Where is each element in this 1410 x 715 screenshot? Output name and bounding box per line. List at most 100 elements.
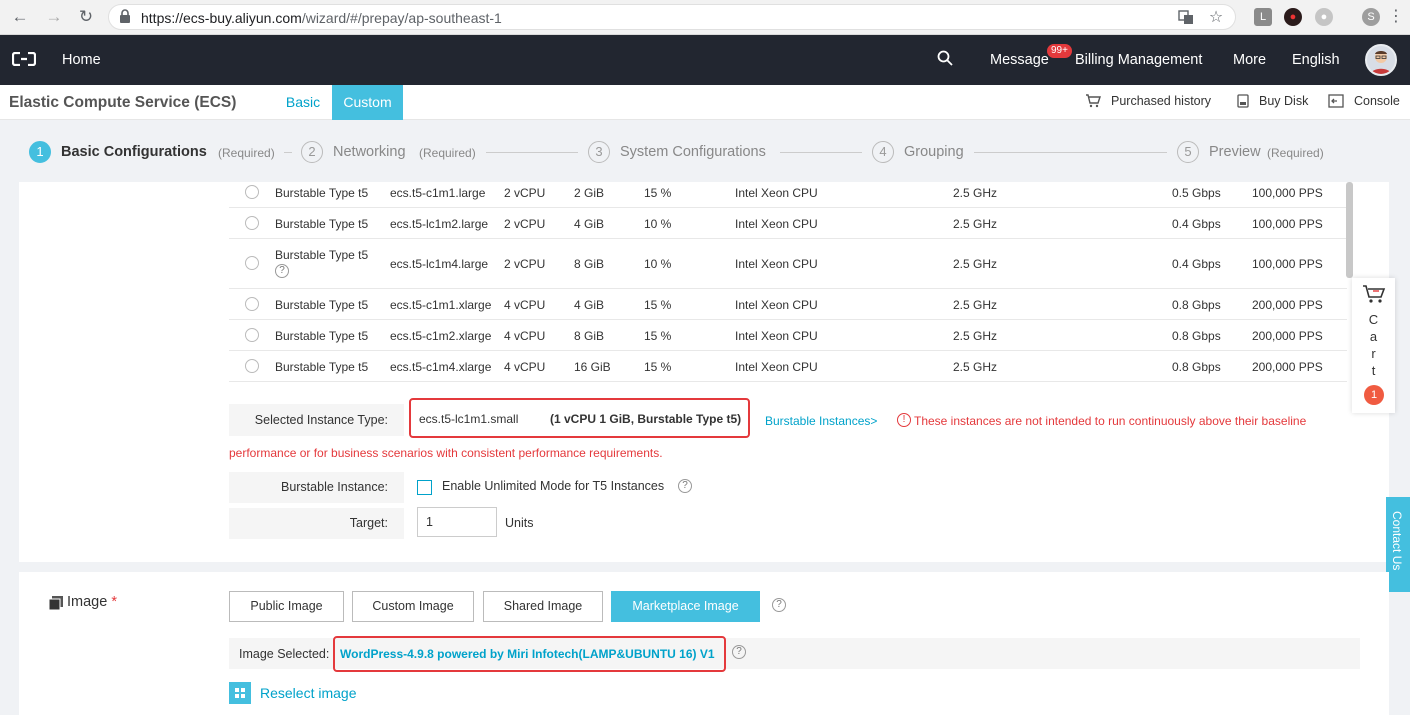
step-3-label[interactable]: System Configurations (620, 144, 766, 160)
instance-cpu: Intel Xeon CPU (735, 360, 818, 374)
table-row[interactable]: Burstable Type t5 ecs.t5-lc1m2.large 2 v… (229, 208, 1347, 239)
cart-widget[interactable]: C a r t 1 (1352, 278, 1395, 413)
tab-basic[interactable]: Basic (277, 85, 329, 120)
tab-custom[interactable]: Custom (332, 85, 403, 120)
instance-cpu: Intel Xeon CPU (735, 257, 818, 271)
instance-vcpu: 4 vCPU (504, 360, 546, 374)
warning-text-line2: performance or for business scenarios wi… (229, 446, 663, 460)
console-icon (1328, 94, 1344, 110)
shared-image-button[interactable]: Shared Image (483, 591, 603, 622)
nav-billing-management[interactable]: Billing Management (1075, 52, 1202, 68)
purchased-history-link[interactable]: Purchased history (1111, 94, 1211, 108)
unlimited-mode-label[interactable]: Enable Unlimited Mode for T5 Instances (442, 479, 664, 493)
contact-us-tab[interactable]: Contact Us (1386, 497, 1410, 592)
extension-reader-icon[interactable]: L (1254, 8, 1272, 26)
extension-circle-icon[interactable]: ● (1315, 8, 1333, 26)
marketplace-image-button[interactable]: Marketplace Image (611, 591, 760, 622)
help-icon[interactable]: ? (678, 479, 692, 493)
browser-menu-icon[interactable]: ⋮ (1386, 7, 1406, 27)
public-image-button[interactable]: Public Image (229, 591, 344, 622)
instance-cpu: Intel Xeon CPU (735, 186, 818, 200)
instance-frequency: 2.5 GHz (953, 298, 998, 312)
user-avatar[interactable] (1365, 44, 1397, 76)
url-path: /wizard/#/prepay/ap-southeast-1 (301, 10, 502, 26)
wizard-steps: 1 Basic Configurations (Required) 2 Netw… (0, 120, 1410, 182)
unlimited-mode-checkbox[interactable] (417, 480, 432, 495)
step-4-number[interactable]: 4 (872, 141, 894, 163)
step-1-label[interactable]: Basic Configurations (61, 144, 207, 160)
image-selected-value[interactable]: WordPress-4.9.8 powered by Miri Infotech… (340, 647, 715, 661)
instance-radio[interactable] (245, 185, 259, 199)
image-section-title: Image * (67, 594, 117, 610)
step-5-label[interactable]: Preview (1209, 144, 1261, 160)
product-header: Elastic Compute Service (ECS) Basic Cust… (0, 85, 1410, 120)
table-row[interactable]: Burstable Type t5 ecs.t5-c1m1.large 2 vC… (229, 182, 1347, 208)
step-5-number[interactable]: 5 (1177, 141, 1199, 163)
custom-image-button[interactable]: Custom Image (352, 591, 474, 622)
instance-radio[interactable] (245, 256, 259, 270)
aliyun-logo-icon[interactable] (11, 51, 37, 68)
instance-radio[interactable] (245, 328, 259, 342)
star-icon[interactable]: ☆ (1207, 9, 1225, 27)
step-divider (974, 152, 1167, 153)
grid-icon[interactable] (229, 682, 251, 704)
instance-vcpu: 2 vCPU (504, 257, 546, 271)
extension-owl-icon[interactable]: ● (1284, 8, 1302, 26)
reselect-image-link[interactable]: Reselect image (260, 685, 357, 701)
console-link[interactable]: Console (1354, 94, 1400, 108)
url-domain: https://ecs-buy.aliyun.com (141, 10, 302, 26)
translate-icon[interactable] (1177, 9, 1195, 27)
instance-radio[interactable] (245, 216, 259, 230)
step-3-number[interactable]: 3 (588, 141, 610, 163)
step-1-number[interactable]: 1 (29, 141, 51, 163)
table-row[interactable]: Burstable Type t5 ecs.t5-c1m2.xlarge 4 v… (229, 320, 1347, 351)
instance-radio[interactable] (245, 297, 259, 311)
instance-bandwidth: 0.5 Gbps (1172, 186, 1221, 200)
reload-icon[interactable]: ↻ (76, 7, 96, 27)
cart-letter: a (1369, 329, 1378, 344)
step-2-label[interactable]: Networking (333, 144, 406, 160)
instance-type: ecs.t5-c1m4.xlarge (390, 360, 492, 374)
profile-avatar-icon[interactable]: S (1362, 8, 1380, 26)
burstable-instances-link[interactable]: Burstable Instances> (765, 414, 877, 428)
forward-arrow-icon[interactable]: → (44, 7, 64, 27)
help-icon[interactable]: ? (275, 264, 289, 278)
instance-type: ecs.t5-lc1m2.large (390, 217, 489, 231)
instance-memory: 8 GiB (574, 257, 605, 271)
instance-baseline: 15 % (644, 329, 672, 343)
table-row[interactable]: Burstable Type t5 ? ecs.t5-lc1m4.large 2… (229, 239, 1347, 289)
step-2-required: (Required) (419, 146, 476, 160)
help-icon[interactable]: ? (772, 598, 786, 612)
buy-disk-link[interactable]: Buy Disk (1259, 94, 1308, 108)
instance-baseline: 15 % (644, 360, 672, 374)
instance-radio[interactable] (245, 359, 259, 373)
target-quantity-input[interactable]: 1 (417, 507, 497, 537)
instance-family: Burstable Type t5 (275, 186, 369, 200)
instance-memory: 16 GiB (574, 360, 611, 374)
step-divider (486, 152, 578, 153)
nav-more[interactable]: More (1233, 52, 1266, 68)
cart-icon (1362, 284, 1386, 309)
nav-language[interactable]: English (1292, 52, 1340, 68)
search-icon[interactable] (937, 50, 953, 70)
nav-message[interactable]: Message (990, 52, 1049, 68)
instance-memory: 2 GiB (574, 186, 605, 200)
instance-baseline: 15 % (644, 186, 672, 200)
basic-config-panel: Burstable Type t5 ecs.t5-c1m1.large 2 vC… (19, 182, 1389, 562)
instance-family: Burstable Type t5 (275, 298, 369, 312)
table-row[interactable]: Burstable Type t5 ecs.t5-c1m1.xlarge 4 v… (229, 289, 1347, 320)
address-bar[interactable]: https://ecs-buy.aliyun.com/wizard/#/prep… (108, 4, 1236, 30)
step-2-number[interactable]: 2 (301, 141, 323, 163)
step-divider (284, 152, 292, 153)
help-icon[interactable]: ? (732, 645, 746, 659)
contact-us-label: Contact Us (1390, 511, 1404, 571)
selected-instance-label: Selected Instance Type: (229, 404, 404, 436)
instance-cpu: Intel Xeon CPU (735, 217, 818, 231)
nav-home[interactable]: Home (62, 52, 101, 68)
burstable-instance-label: Burstable Instance: (229, 472, 404, 503)
table-row[interactable]: Burstable Type t5 ecs.t5-c1m4.xlarge 4 v… (229, 351, 1347, 382)
step-4-label[interactable]: Grouping (904, 144, 964, 160)
back-arrow-icon[interactable]: ← (10, 7, 30, 27)
instance-frequency: 2.5 GHz (953, 360, 998, 374)
table-scrollbar[interactable] (1346, 182, 1353, 278)
